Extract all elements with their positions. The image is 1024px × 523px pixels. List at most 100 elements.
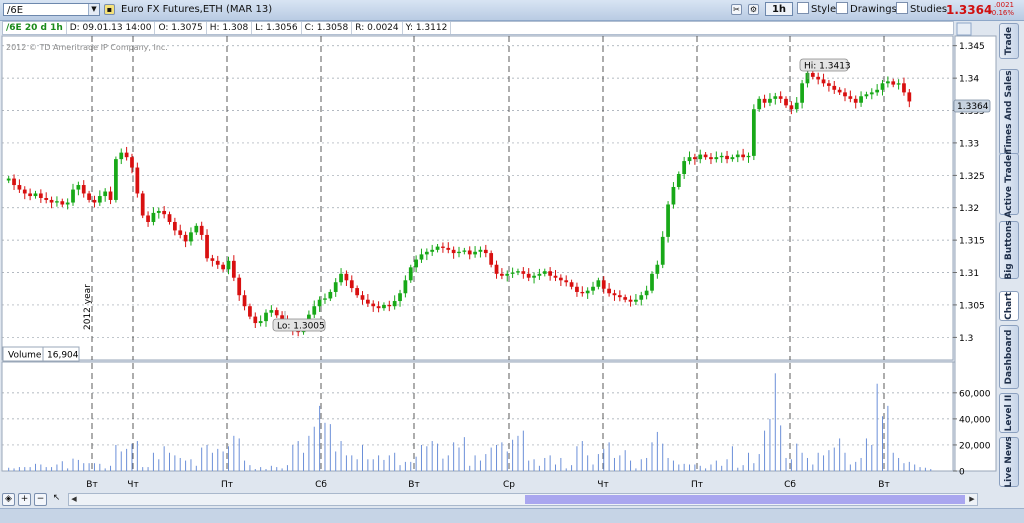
zoom-in-icon[interactable]: +: [18, 493, 31, 506]
candle-body: [693, 157, 697, 160]
candle-body: [274, 310, 279, 316]
symbol-input[interactable]: /6E ▼: [3, 3, 100, 16]
y-tick-label: 1.305: [959, 301, 985, 311]
tab-level-ii-label: Level II: [1004, 394, 1014, 432]
y-tick-label: 1.33: [959, 139, 979, 149]
zoom-out-icon[interactable]: −: [34, 493, 47, 506]
candle-body: [848, 96, 853, 99]
candle-body: [38, 193, 43, 198]
candle-body: [446, 247, 451, 250]
tab-trade[interactable]: Trade: [999, 23, 1019, 59]
candle-body: [730, 157, 735, 160]
y-tick-label: 1.325: [959, 172, 985, 182]
candle-body: [746, 155, 751, 158]
candle-body: [226, 260, 231, 270]
candle-body: [837, 89, 842, 93]
style-label: Style: [811, 4, 837, 15]
candle-body: [210, 258, 215, 261]
candle-body: [569, 282, 574, 287]
candle-body: [623, 297, 628, 300]
candle-body: [408, 267, 413, 281]
hi-label: Hi: 1.3413: [804, 62, 851, 72]
pan-icon[interactable]: ◈: [2, 493, 15, 506]
candle-body: [398, 293, 402, 302]
candle-body: [709, 157, 713, 160]
candle-body: [650, 273, 654, 291]
candle-body: [183, 234, 188, 242]
cursor-icon[interactable]: ↖: [50, 493, 63, 506]
candle-body: [864, 94, 869, 97]
tab-dashboard[interactable]: Dashboard: [999, 325, 1019, 389]
candle-body: [869, 92, 874, 95]
candle-body: [167, 214, 172, 222]
horizontal-scrollbar[interactable]: ◀ ▶: [68, 493, 978, 506]
candle-body: [92, 199, 97, 203]
candle-body: [376, 306, 381, 309]
candle-body: [312, 306, 317, 315]
expand-icon[interactable]: [956, 22, 972, 36]
candle-body: [489, 253, 494, 265]
x-tick-label: Чт: [597, 480, 608, 490]
candle-body: [199, 225, 204, 235]
candle-body: [44, 198, 49, 200]
candle-body: [130, 157, 134, 168]
candle-body: [17, 185, 22, 190]
current-price-label: 1.3364: [957, 102, 989, 112]
scissors-icon[interactable]: ✂: [731, 4, 742, 15]
candle-body: [580, 291, 585, 294]
chart-area[interactable]: Volume 16,904 2012 © TD Ameritrade IP Co…: [0, 21, 998, 491]
side-tab-strip: Trade Times And Sales Active Trader Big …: [998, 21, 1022, 491]
drawings-button[interactable]: Drawings: [836, 2, 897, 17]
tab-level-ii[interactable]: Level II: [999, 393, 1019, 433]
candle-body: [6, 178, 11, 181]
scroll-thumb[interactable]: [525, 495, 965, 504]
scroll-left-icon[interactable]: ◀: [69, 494, 79, 505]
studies-button[interactable]: Studies: [896, 2, 947, 17]
candle-body: [12, 178, 16, 186]
timeframe-button[interactable]: 1h: [765, 2, 793, 16]
candle-body: [97, 196, 102, 203]
candle-body: [242, 295, 247, 307]
candle-body: [269, 310, 274, 313]
x-tick-label: Ср: [503, 480, 515, 490]
candle-body: [537, 273, 542, 276]
candle-body: [762, 98, 767, 103]
style-button[interactable]: Style: [797, 2, 836, 17]
tab-live-news[interactable]: Live News: [999, 436, 1019, 488]
volume-panel: [1, 361, 954, 472]
tab-chart[interactable]: Chart: [999, 291, 1019, 321]
candle-body: [33, 193, 38, 197]
volume-tick-label: 20,000: [959, 441, 991, 451]
candle-body: [124, 152, 129, 158]
candle-body: [457, 251, 461, 254]
candle-body: [703, 154, 708, 158]
volume-tick-label: 60,000: [959, 389, 991, 399]
tab-times-and-sales-label: Times And Sales: [1004, 70, 1014, 154]
copyright-text: 2012 © TD Ameritrade IP Company, Inc.: [6, 43, 168, 52]
candle-body: [194, 225, 199, 233]
candle-body: [360, 295, 365, 300]
candle-body: [510, 272, 515, 274]
symbol-dropdown-icon[interactable]: ▼: [88, 4, 99, 15]
candle-body: [215, 260, 220, 265]
volume-label: Volume: [8, 351, 42, 361]
candle-body: [146, 215, 150, 222]
candle-body: [891, 81, 896, 85]
candle-body: [473, 251, 477, 255]
candle-body: [853, 98, 858, 103]
link-icon[interactable]: ▪: [104, 4, 115, 15]
candle-body: [317, 299, 322, 307]
candle-body: [333, 282, 338, 292]
candle-body: [800, 83, 804, 103]
candle-body: [585, 290, 590, 294]
candle-body: [178, 230, 183, 235]
candle-body: [114, 159, 118, 200]
tab-times-and-sales[interactable]: Times And Sales: [999, 69, 1019, 155]
candle-body: [521, 271, 526, 274]
candle-body: [671, 186, 676, 205]
candle-body: [205, 234, 209, 259]
tab-active-trader[interactable]: Active Trader: [999, 150, 1019, 218]
scroll-right-icon[interactable]: ▶: [967, 494, 977, 505]
tab-big-buttons[interactable]: Big Buttons: [999, 220, 1019, 280]
wrench-icon[interactable]: ⚙: [748, 4, 759, 15]
